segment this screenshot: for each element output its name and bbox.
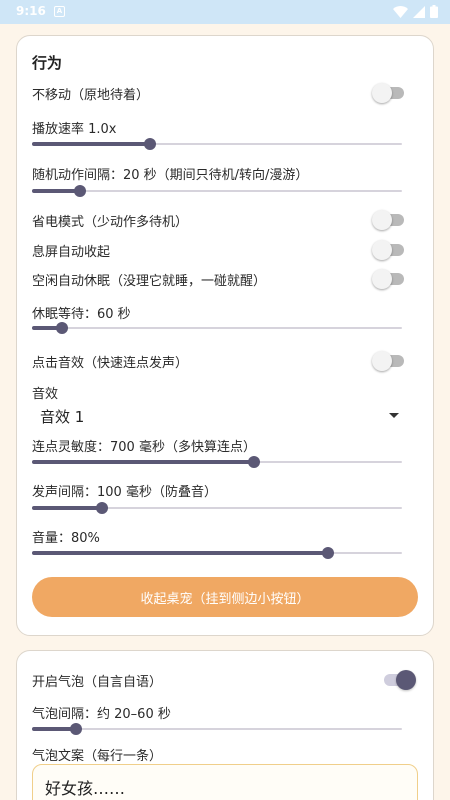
tap-sensitivity-slider[interactable]	[32, 454, 402, 470]
bubble-enable-switch[interactable]	[380, 669, 416, 691]
sound-effect-select[interactable]: 音效 1	[32, 401, 418, 429]
speed-slider[interactable]	[32, 136, 402, 152]
section-title-behavior: 行为	[32, 54, 63, 72]
no-move-switch[interactable]	[372, 82, 408, 104]
tap-sensitivity-slider-thumb[interactable]	[248, 456, 260, 468]
status-time: 9:16	[16, 4, 46, 18]
sound-interval-label: 发声间隔：100 毫秒（防叠音）	[32, 485, 217, 500]
sound-interval-slider-thumb[interactable]	[96, 502, 109, 514]
bubble-text-label: 气泡文案（每行一条）	[32, 749, 163, 764]
tap-sensitivity-label: 连点灵敏度：700 毫秒（多快算连点）	[32, 440, 256, 455]
bubble-enable-label: 开启气泡（自言自语）	[32, 675, 163, 690]
sleep-wait-slider-thumb[interactable]	[55, 322, 68, 334]
power-save-switch[interactable]	[372, 209, 408, 231]
click-sound-label: 点击音效（快速连点发声）	[32, 356, 189, 371]
wifi-icon	[393, 5, 408, 18]
random-interval-label: 随机动作间隔：20 秒（期间只待机/转向/漫游）	[32, 168, 309, 183]
status-bar: 9:16 A	[0, 0, 450, 24]
power-save-label: 省电模式（少动作多待机）	[32, 215, 189, 230]
bubble-interval-label: 气泡间隔：约 20–60 秒	[32, 707, 171, 722]
speed-label: 播放速率 1.0x	[32, 122, 117, 137]
volume-slider[interactable]	[32, 545, 402, 561]
screen-off-collapse-label: 息屏自动收起	[32, 245, 111, 260]
sound-interval-slider[interactable]	[32, 500, 402, 516]
collapse-pet-button[interactable]: 收起桌宠（挂到侧边小按钮）	[32, 577, 418, 617]
bubble-text-input[interactable]: 好女孩……	[32, 764, 418, 800]
idle-sleep-switch[interactable]	[372, 268, 408, 290]
idle-sleep-label: 空闲自动休眠（没理它就睡，一碰就醒）	[32, 274, 267, 289]
sound-effect-value: 音效 1	[40, 408, 85, 426]
volume-slider-thumb[interactable]	[322, 547, 334, 559]
signal-icon	[413, 5, 425, 18]
click-sound-switch[interactable]	[372, 350, 408, 372]
bubble-interval-slider[interactable]	[32, 721, 402, 737]
volume-label: 音量：80%	[32, 531, 100, 546]
sound-effect-label: 音效	[32, 387, 59, 402]
speed-slider-thumb[interactable]	[144, 138, 157, 150]
status-icons	[393, 5, 438, 18]
screen-off-collapse-switch[interactable]	[372, 239, 408, 261]
random-interval-slider-thumb[interactable]	[74, 185, 87, 197]
random-interval-slider[interactable]	[32, 183, 402, 199]
no-move-label: 不移动（原地待着）	[32, 88, 150, 103]
battery-icon	[430, 5, 438, 18]
bubble-interval-slider-thumb[interactable]	[70, 723, 83, 735]
sleep-wait-slider[interactable]	[32, 320, 402, 336]
notification-icon: A	[54, 6, 65, 17]
dropdown-arrow-icon	[389, 413, 399, 418]
